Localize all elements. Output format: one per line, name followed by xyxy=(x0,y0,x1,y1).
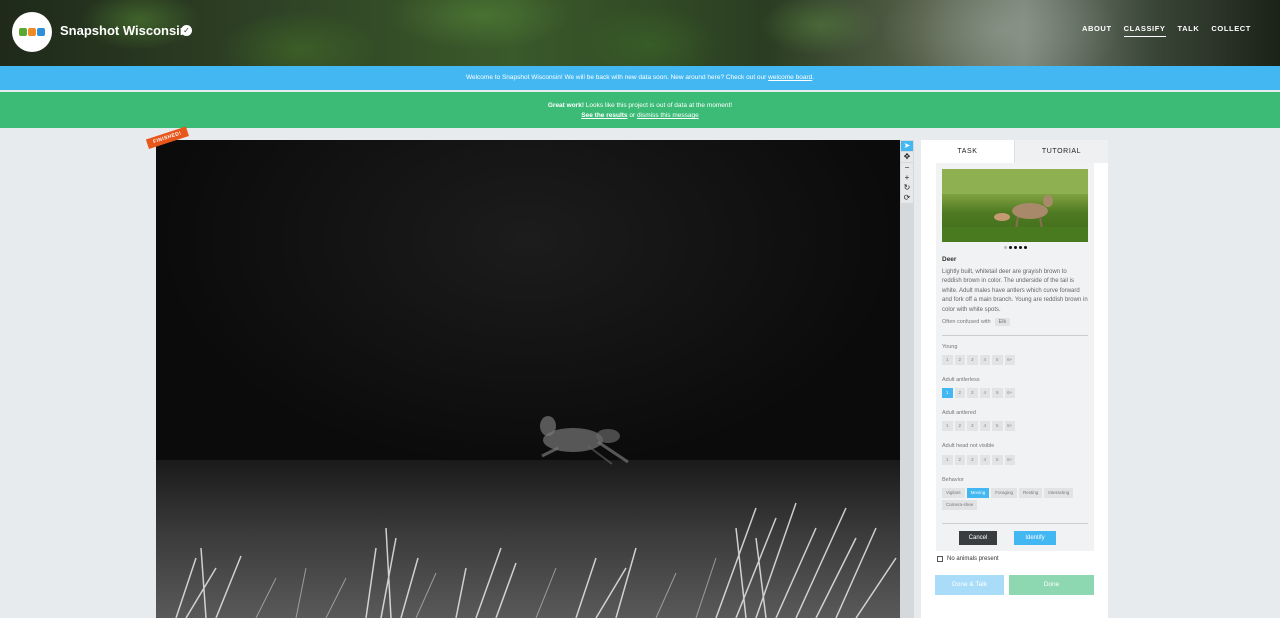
question-antlered-label: Adult antlered xyxy=(942,410,976,416)
antlerless-option[interactable]: 6+ xyxy=(1004,388,1015,398)
behavior-camera-shy[interactable]: Camera-shee xyxy=(942,500,978,510)
done-button[interactable]: Done xyxy=(1009,575,1094,595)
question-young-label: Young xyxy=(942,344,958,350)
out-of-data-text: Looks like this project is out of data a… xyxy=(583,102,733,109)
head-not-visible-option[interactable]: 2 xyxy=(954,455,965,465)
question-antlerless-label: Adult antlerless xyxy=(942,377,980,383)
no-animals-checkbox[interactable] xyxy=(937,556,943,562)
head-not-visible-option[interactable]: 4 xyxy=(979,455,990,465)
young-option[interactable]: 1 xyxy=(942,355,953,365)
behavior-vigilant[interactable]: Vigilant xyxy=(942,488,965,498)
verified-check-icon: ✓ xyxy=(181,25,192,36)
animal-description: Lightly built, whitetail deer are grayis… xyxy=(942,269,1088,313)
image-toolbar: ➤ ✥ − + ↻ ⟳ xyxy=(900,140,914,618)
zoom-in-icon[interactable]: + xyxy=(901,173,913,183)
tab-tutorial[interactable]: TUTORIAL xyxy=(1014,140,1108,163)
antlerless-option[interactable]: 1 xyxy=(942,388,953,398)
antlered-option[interactable]: 2 xyxy=(954,421,965,431)
behavior-label: Behavior xyxy=(942,477,964,483)
divider xyxy=(942,335,1088,336)
nav-collect[interactable]: COLLECT xyxy=(1211,24,1251,37)
antlered-option[interactable]: 3 xyxy=(967,421,978,431)
nav-about[interactable]: ABOUT xyxy=(1082,24,1112,37)
head-not-visible-option[interactable]: 6+ xyxy=(1004,455,1015,465)
nav-talk[interactable]: TALK xyxy=(1178,24,1200,37)
pointer-icon[interactable]: ➤ xyxy=(901,141,913,151)
antlerless-option[interactable]: 3 xyxy=(967,388,978,398)
welcome-board-link[interactable]: welcome board xyxy=(768,74,812,81)
logo-deer-icon xyxy=(19,28,27,36)
great-work-label: Great work! xyxy=(547,102,584,109)
confused-chip-elk[interactable]: Elk xyxy=(994,318,1011,326)
or-text: or xyxy=(627,112,637,119)
head-not-visible-option[interactable]: 5 xyxy=(992,455,1003,465)
antlerless-option[interactable]: 5 xyxy=(992,388,1003,398)
behavior-options: Vigilant Moving Foraging Resting Interac… xyxy=(942,488,1088,510)
question-antlerless-options: 1 2 3 4 5 6+ xyxy=(942,388,1015,398)
panel-tabs: TASK TUTORIAL xyxy=(921,140,1108,163)
head-not-visible-option[interactable]: 1 xyxy=(942,455,953,465)
identify-button[interactable]: Identify xyxy=(1014,531,1056,545)
foreground-grass xyxy=(175,502,897,618)
antlered-option[interactable]: 5 xyxy=(992,421,1003,431)
no-animals-row[interactable]: No animals present xyxy=(937,556,999,562)
rotate-icon[interactable]: ↻ xyxy=(901,183,913,193)
zoom-out-icon[interactable]: − xyxy=(901,163,913,173)
behavior-interacting[interactable]: Interacting xyxy=(1044,488,1074,498)
young-option[interactable]: 5 xyxy=(992,355,1003,365)
move-icon[interactable]: ✥ xyxy=(901,152,913,162)
site-header: Snapshot Wisconsin ✓ ABOUT CLASSIFY TALK… xyxy=(0,0,1280,66)
head-not-visible-option[interactable]: 3 xyxy=(967,455,978,465)
species-card: Deer Lightly built, whitetail deer are g… xyxy=(936,163,1094,551)
see-results-link[interactable]: See the results xyxy=(581,112,627,119)
deer-silhouette xyxy=(540,416,629,465)
young-option[interactable]: 2 xyxy=(954,355,965,365)
question-head-not-visible-label: Adult head not visible xyxy=(942,443,995,449)
antlerless-option[interactable]: 2 xyxy=(954,388,965,398)
cancel-button[interactable]: Cancel xyxy=(959,531,997,545)
project-nav: ABOUT CLASSIFY TALK COLLECT xyxy=(1082,24,1280,37)
divider xyxy=(942,523,1088,524)
antlerless-option[interactable]: 4 xyxy=(979,388,990,398)
behavior-foraging[interactable]: Foraging xyxy=(991,488,1017,498)
carousel-dots[interactable] xyxy=(936,245,1094,251)
project-avatar[interactable] xyxy=(12,12,52,52)
out-of-data-banner: Great work! Looks like this project is o… xyxy=(0,92,1280,128)
young-option[interactable]: 3 xyxy=(967,355,978,365)
antlered-option[interactable]: 6+ xyxy=(1004,421,1015,431)
behavior-resting[interactable]: Resting xyxy=(1018,488,1043,498)
welcome-text: Welcome to Snapshot Wisconsin! We will b… xyxy=(465,74,769,81)
no-animals-label: No animals present xyxy=(947,556,999,562)
confused-label: Often confused with xyxy=(942,319,991,325)
welcome-end: . xyxy=(812,74,815,81)
tab-task[interactable]: TASK xyxy=(921,140,1014,163)
project-title[interactable]: Snapshot Wisconsin xyxy=(60,23,188,38)
behavior-moving[interactable]: Moving xyxy=(966,488,990,498)
confused-with-row: Often confused with Elk xyxy=(942,318,1011,326)
dismiss-message-link[interactable]: dismiss this message xyxy=(637,112,699,119)
welcome-banner: Welcome to Snapshot Wisconsin! We will b… xyxy=(0,66,1280,90)
task-panel: TASK TUTORIAL Deer Lightly built, whitet… xyxy=(921,140,1108,618)
nav-classify[interactable]: CLASSIFY xyxy=(1123,24,1166,37)
logo-tree-icon xyxy=(37,28,45,36)
question-young-options: 1 2 3 4 5 6+ xyxy=(942,355,1015,365)
done-and-talk-button[interactable]: Done & Talk xyxy=(935,575,1004,595)
young-option[interactable]: 4 xyxy=(979,355,990,365)
antlered-option[interactable]: 1 xyxy=(942,421,953,431)
animal-name: Deer xyxy=(942,256,957,263)
question-head-not-visible-options: 1 2 3 4 5 6+ xyxy=(942,455,1015,465)
antlered-option[interactable]: 4 xyxy=(979,421,990,431)
question-antlered-options: 1 2 3 4 5 6+ xyxy=(942,421,1015,431)
subject-image[interactable] xyxy=(156,140,900,618)
deer-example-photo xyxy=(942,169,1088,242)
logo-camera-icon xyxy=(28,28,36,36)
young-option[interactable]: 6+ xyxy=(1004,355,1015,365)
reset-icon[interactable]: ⟳ xyxy=(901,193,913,203)
